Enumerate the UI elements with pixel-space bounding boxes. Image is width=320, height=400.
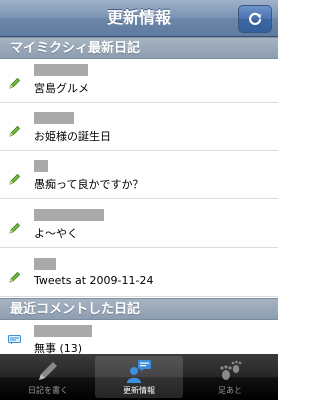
comment-icon [8,335,21,345]
list-item[interactable]: 愚痴って良かですか？ [0,156,278,199]
tab-label: 日記を書く [28,386,68,395]
pencil-icon [39,362,57,380]
tab-write-diary[interactable]: 日記を書く [4,356,92,398]
tab-footprints[interactable]: 足あと [186,356,274,398]
list-item[interactable]: 無事 (13) [0,321,278,354]
section-header-commented-diaries: 最近コメントした日記 [0,298,278,320]
update-icon [127,360,151,383]
pencil-icon [9,125,21,137]
page-title: 更新情報 [106,8,171,27]
tab-label: 更新情報 [123,386,155,395]
diary-title: お姫様の誕生日 [34,130,111,143]
author-name-redacted [34,258,56,270]
tab-bar: 日記を書く 更新情報 足あと [0,354,278,400]
author-name-redacted [34,160,48,172]
pencil-icon [9,271,21,283]
diary-title: よ～やく [34,227,78,240]
author-name-redacted [34,64,88,76]
pencil-icon [9,173,21,185]
tab-label: 足あと [218,386,242,395]
refresh-button[interactable] [238,5,272,33]
author-name-redacted [34,325,92,337]
author-name-redacted [34,112,74,124]
list-item[interactable]: よ～やく [0,205,278,248]
pencil-icon [9,77,21,89]
author-name-redacted [34,209,104,221]
list-item[interactable]: Tweets at 2009-11-24 [0,254,278,297]
diary-title: 宮島グルメ [34,82,89,95]
footprint-icon [220,360,242,380]
pencil-icon [9,222,21,234]
list-item[interactable]: お姫様の誕生日 [0,108,278,151]
diary-title: Tweets at 2009-11-24 [34,274,154,287]
refresh-icon [249,12,262,25]
diary-title: 無事 (13) [34,342,83,354]
navigation-bar: 更新情報 [0,0,278,37]
list-item[interactable]: 宮島グルメ [0,60,278,103]
diary-title: 愚痴って良かですか？ [34,178,144,191]
tab-updates[interactable]: 更新情報 [95,356,183,398]
section-header-latest-diaries: マイミクシィ最新日記 [0,37,278,59]
